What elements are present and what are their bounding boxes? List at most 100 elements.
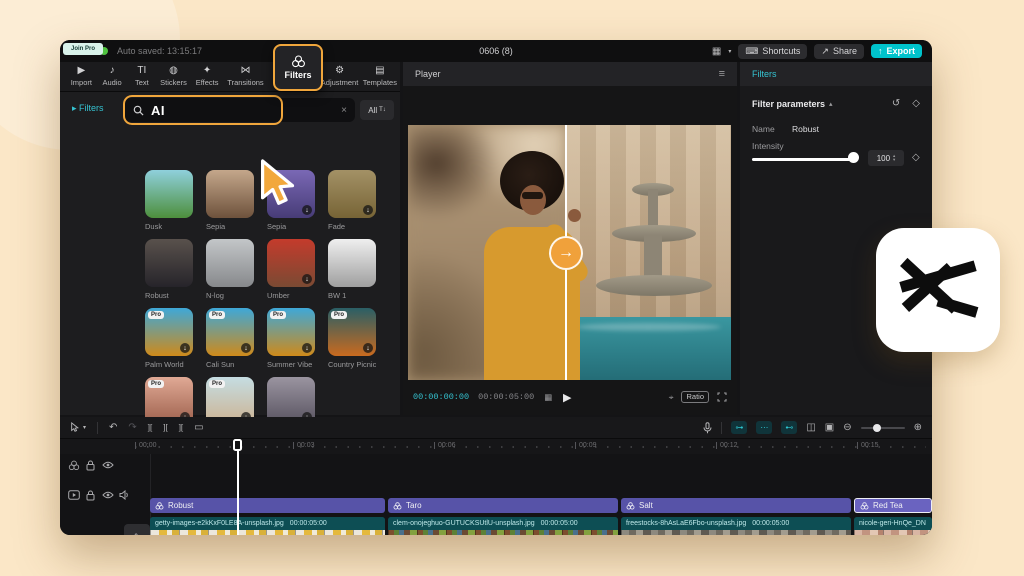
timeline-ruler[interactable]: 00:00 00:03 00:06 00:09 00:12 00:15 bbox=[60, 439, 932, 454]
tab-effects[interactable]: ✦ Effects bbox=[191, 66, 224, 87]
ratio-button[interactable]: Ratio bbox=[681, 391, 709, 403]
undo-icon[interactable]: ↶ bbox=[109, 422, 117, 433]
lock-icon[interactable] bbox=[86, 490, 95, 501]
video-clip[interactable]: freestocks-8hAsLaE6Fbo-unsplash.jpg 00:0… bbox=[621, 517, 851, 535]
eye-icon[interactable] bbox=[102, 491, 114, 499]
filter-thumbnail[interactable]: Pro ↓ bbox=[328, 308, 376, 356]
tab-label: Adjustment bbox=[321, 78, 359, 87]
tab-inspector-filters[interactable]: Filters bbox=[752, 69, 777, 79]
filter-card[interactable]: Robust bbox=[145, 239, 193, 305]
collapse-icon[interactable]: ▴ bbox=[829, 100, 833, 108]
intensity-slider[interactable] bbox=[752, 158, 856, 161]
share-button[interactable]: ↗ Share bbox=[814, 44, 864, 59]
zoom-in-icon[interactable]: ⊕ bbox=[914, 422, 922, 433]
filter-thumbnail[interactable] bbox=[206, 170, 254, 218]
stepper-down-icon[interactable]: ▾ bbox=[893, 158, 895, 162]
filter-thumbnail[interactable] bbox=[145, 239, 193, 287]
redo-icon[interactable]: ↷ bbox=[128, 422, 136, 433]
filter-card[interactable]: Pro ↓ Cali Sun bbox=[206, 308, 254, 374]
clip-duration: 00:00:05:00 bbox=[541, 520, 578, 527]
trim-right-icon[interactable]: ][ bbox=[179, 423, 183, 432]
filter-card[interactable]: ↓ Fade bbox=[328, 170, 376, 236]
timeline-zoom-knob[interactable] bbox=[873, 424, 881, 432]
join-pro-button[interactable]: Join Pro bbox=[63, 43, 103, 55]
select-tool-caret-icon[interactable]: ▾ bbox=[83, 424, 86, 431]
intensity-value-box[interactable]: 100 ▴ ▾ bbox=[868, 150, 904, 166]
filter-card[interactable]: Pro ↓ Palm World bbox=[145, 308, 193, 374]
filter-card[interactable]: Pro ↓ Country Picnic bbox=[328, 308, 376, 374]
filters-icon bbox=[291, 55, 306, 68]
keyframe-icon[interactable]: ◇ bbox=[912, 98, 920, 109]
filter-thumbnail[interactable] bbox=[328, 239, 376, 287]
tab-import[interactable]: ▶ Import bbox=[66, 66, 97, 87]
filter-sort-dropdown[interactable]: All T↓ bbox=[360, 100, 394, 120]
filter-card[interactable]: Dusk bbox=[145, 170, 193, 236]
preview-axis-icon[interactable]: ◫ bbox=[806, 422, 815, 433]
filter-thumbnail[interactable] bbox=[145, 170, 193, 218]
filter-clip-salt[interactable]: Salt bbox=[621, 498, 851, 513]
filter-thumbnail[interactable]: Pro ↓ bbox=[206, 308, 254, 356]
intensity-keyframe-icon[interactable]: ◇ bbox=[912, 152, 920, 163]
delete-icon[interactable]: ▭ bbox=[194, 422, 203, 433]
trim-left-icon[interactable]: ][ bbox=[163, 423, 167, 432]
timeline-zoom-slider[interactable] bbox=[861, 427, 905, 429]
filter-thumbnail[interactable] bbox=[206, 239, 254, 287]
filter-card[interactable]: N-log bbox=[206, 239, 254, 305]
tab-templates[interactable]: ▤ Templates bbox=[360, 66, 400, 87]
tab-text[interactable]: TI Text bbox=[127, 66, 156, 87]
frame-grid-icon[interactable]: ▦ bbox=[544, 392, 552, 403]
link-toggle[interactable]: ⊷ bbox=[781, 421, 797, 434]
magnet-toggle[interactable]: ⊶ bbox=[731, 421, 747, 434]
fullscreen-icon[interactable] bbox=[717, 392, 727, 402]
filter-card[interactable]: Pro ↓ Summer Vibe bbox=[267, 308, 315, 374]
filter-thumbnail[interactable]: Pro ↓ bbox=[267, 308, 315, 356]
chevron-down-icon[interactable]: ▾ bbox=[728, 48, 731, 55]
download-icon: ↓ bbox=[302, 343, 312, 353]
fit-screen-icon[interactable]: ⌖ bbox=[669, 392, 674, 403]
tab-label: Filters bbox=[284, 70, 311, 80]
reset-icon[interactable]: ↺ bbox=[892, 98, 900, 109]
select-tool-icon[interactable] bbox=[70, 422, 80, 433]
speaker-icon[interactable] bbox=[119, 490, 129, 500]
video-clip[interactable]: clem-onojeghuo-GUTUCKSUtlU-unsplash.jpg … bbox=[388, 517, 618, 535]
layout-icon[interactable]: ▦ bbox=[712, 46, 721, 57]
playhead-handle[interactable] bbox=[233, 439, 242, 451]
play-button[interactable]: ▶ bbox=[563, 391, 571, 404]
video-clip[interactable]: getty-images-e2kKxF0LE8A-unsplash.jpg 00… bbox=[150, 517, 385, 535]
filter-thumbnail[interactable]: Pro ↓ bbox=[145, 308, 193, 356]
text-icon: TI bbox=[137, 66, 146, 77]
lock-icon[interactable] bbox=[86, 460, 95, 471]
export-button[interactable]: ↑ Export bbox=[871, 44, 922, 58]
filter-card[interactable]: BW 1 bbox=[328, 239, 376, 305]
record-voiceover-icon[interactable] bbox=[703, 422, 712, 434]
eye-icon[interactable] bbox=[102, 461, 114, 469]
compare-button[interactable]: → bbox=[549, 236, 583, 270]
filter-clip-robust[interactable]: Robust bbox=[150, 498, 385, 513]
tab-audio[interactable]: ♪ Audio bbox=[97, 66, 128, 87]
intensity-slider-knob[interactable] bbox=[848, 152, 859, 163]
search-input[interactable]: AI × bbox=[125, 98, 355, 122]
split-icon[interactable]: ][ bbox=[148, 423, 152, 432]
tab-filters-active[interactable]: Filters bbox=[273, 44, 323, 91]
filter-card[interactable]: Sepia bbox=[206, 170, 254, 236]
zoom-out-icon[interactable]: ⊖ bbox=[843, 422, 851, 433]
filter-clip-taro[interactable]: Taro bbox=[388, 498, 618, 513]
sidebar-item-filters[interactable]: ▸ Filters bbox=[72, 103, 104, 114]
video-clip[interactable]: nicole-geri-HnQe_DN bbox=[854, 517, 932, 535]
cover-button[interactable]: ✎ Cover bbox=[124, 524, 150, 535]
tab-transitions[interactable]: ⋈ Transitions bbox=[223, 66, 267, 87]
track-view-icon[interactable]: ▣ bbox=[825, 422, 834, 433]
playhead[interactable] bbox=[237, 439, 239, 535]
filter-name: BW 1 bbox=[328, 291, 376, 300]
video-preview[interactable]: → bbox=[408, 125, 731, 380]
tab-stickers[interactable]: ◍ Stickers bbox=[156, 66, 191, 87]
shortcuts-button[interactable]: ⌨ Shortcuts bbox=[738, 44, 807, 59]
player-menu-icon[interactable]: ≡ bbox=[719, 68, 725, 80]
filter-thumbnail[interactable]: ↓ bbox=[267, 239, 315, 287]
filter-clip-red-tea[interactable]: Red Tea bbox=[854, 498, 932, 513]
tab-adjustment[interactable]: ⚙ Adjustment bbox=[319, 66, 359, 87]
snap-toggle[interactable]: ⋯ bbox=[756, 421, 772, 434]
filter-thumbnail[interactable]: ↓ bbox=[328, 170, 376, 218]
clear-search-icon[interactable]: × bbox=[341, 105, 347, 116]
filter-card[interactable]: ↓ Umber bbox=[267, 239, 315, 305]
